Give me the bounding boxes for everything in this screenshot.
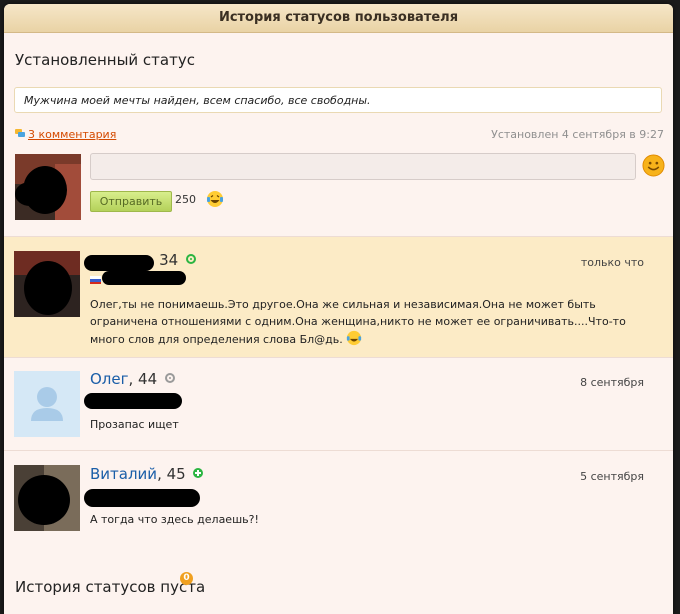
user-name: Виталий	[90, 465, 158, 483]
send-button[interactable]: Отправить	[90, 191, 172, 212]
comments-link[interactable]: 3 комментария	[28, 128, 116, 141]
my-avatar	[15, 154, 81, 220]
user-avatar	[14, 251, 80, 317]
status-comment-item: Виталий, 45 5 сентября А тогда что здесь…	[4, 450, 673, 560]
current-status-heading: Установленный статус	[15, 51, 195, 69]
comment-text: Олег,ты не понимаешь.Это другое.Она же с…	[90, 298, 626, 346]
comment-text: Прозапас ищет	[90, 418, 179, 431]
status-comment-item: Олег, 44 8 сентября Прозапас ищет	[4, 357, 673, 450]
comment-time: 5 сентября	[580, 470, 644, 483]
dialog-title: История статусов пользователя	[4, 4, 673, 33]
comments-link-row[interactable]: 3 комментария	[15, 128, 116, 141]
user-name: Олег	[90, 370, 129, 388]
user-age: , 45	[157, 465, 186, 483]
redaction-scribble	[84, 489, 200, 507]
redaction-scribble	[84, 255, 154, 271]
status-installed-date: Установлен 4 сентября в 9:27	[491, 128, 664, 141]
user-silhouette-icon	[31, 387, 63, 421]
flag-icon	[90, 276, 101, 284]
comments-icon	[15, 129, 25, 137]
comment-time: 8 сентября	[580, 376, 644, 389]
user-age: , 34	[149, 251, 179, 269]
char-counter: 250	[175, 193, 196, 206]
redaction-scribble	[102, 271, 186, 285]
user-name-link[interactable]: Виталий, 45	[90, 465, 204, 483]
redaction-scribble	[84, 393, 182, 409]
status-history-dialog: История статусов пользователя Установлен…	[4, 4, 673, 614]
comment-text: А тогда что здесь делаешь?!	[90, 513, 259, 526]
online-status-icon	[186, 254, 196, 264]
user-name-link[interactable]: л, 34	[84, 251, 196, 271]
comment-time: только что	[580, 256, 644, 269]
user-name-link[interactable]: Олег, 44	[90, 370, 175, 388]
laughing-emoji-icon[interactable]	[206, 190, 224, 208]
laughing-emoji-icon	[347, 330, 362, 346]
smile-icon[interactable]	[642, 154, 665, 177]
history-count-badge: 0	[180, 572, 193, 585]
offline-status-icon	[164, 373, 175, 383]
status-comment-item: л, 34 только что Олег,ты не понимаешь.Эт…	[4, 236, 673, 357]
user-avatar	[14, 465, 80, 531]
mobile-online-icon	[193, 468, 204, 478]
user-age: , 44	[128, 370, 158, 388]
current-status-text: Мужчина моей мечты найден, всем спасибо,…	[14, 87, 662, 113]
history-empty-label: История статусов пуста	[15, 578, 206, 596]
default-avatar	[14, 371, 80, 437]
comment-input[interactable]	[90, 153, 636, 180]
